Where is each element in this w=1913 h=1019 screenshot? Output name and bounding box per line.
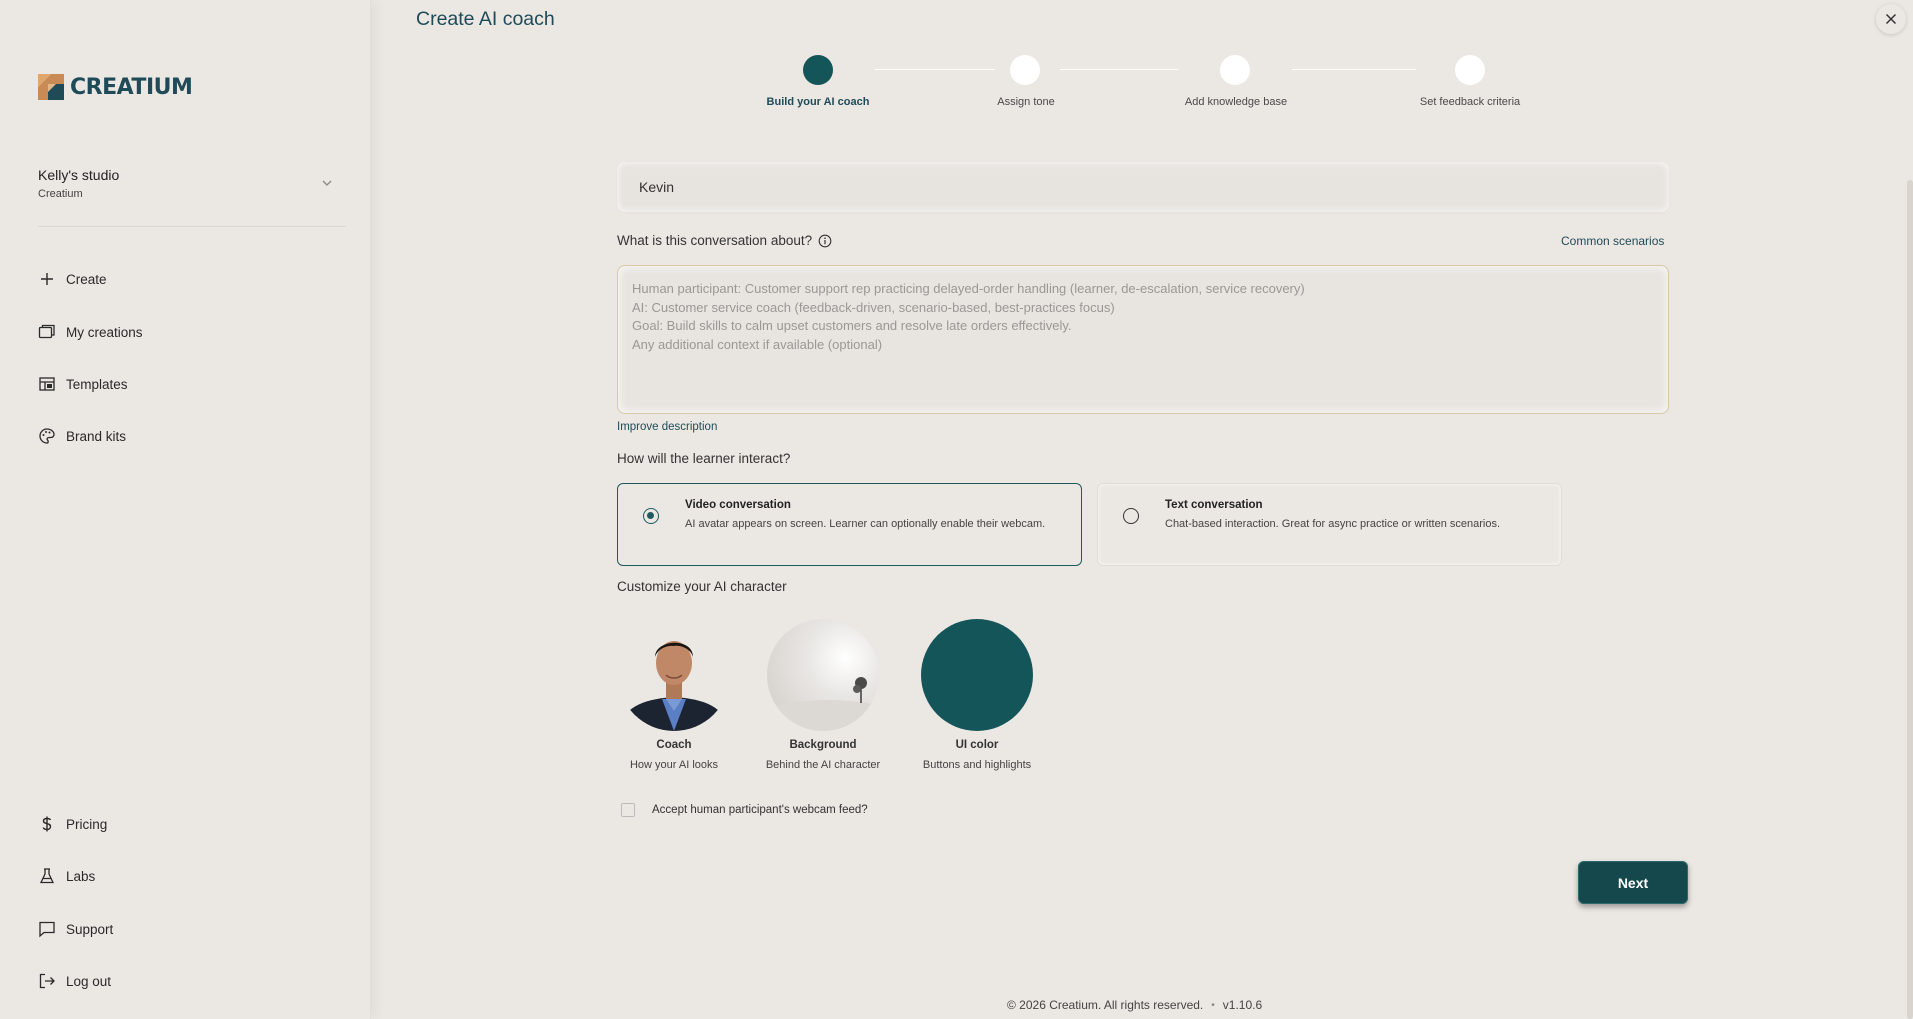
sidebar: CREATIUM Kelly's studio Creatium Create … [0, 0, 371, 1019]
sidebar-item-create[interactable]: Create [38, 267, 107, 291]
sidebar-item-brand-kits[interactable]: Brand kits [38, 424, 126, 448]
footer-separator: • [1211, 999, 1215, 1011]
char-title: UI color [955, 739, 999, 751]
sidebar-item-label: Pricing [66, 816, 108, 832]
background-selector[interactable]: Background Behind the AI character [743, 619, 903, 771]
step-connector [875, 69, 995, 70]
folders-icon [38, 324, 55, 339]
webcam-feed-option[interactable]: Accept human participant's webcam feed? [621, 803, 868, 817]
char-title: Coach [656, 739, 692, 751]
step-connector [1292, 69, 1416, 70]
footer: © 2026 Creatium. All rights reserved. • … [1007, 998, 1262, 1012]
text-conversation-option[interactable]: Text conversation Chat-based interaction… [1097, 483, 1562, 566]
sidebar-item-my-creations[interactable]: My creations [38, 320, 143, 344]
char-title: Background [789, 739, 857, 751]
background-preview [767, 619, 879, 731]
step-3-label: Add knowledge base [1184, 96, 1288, 108]
description-label: What is this conversation about? [617, 233, 832, 248]
chat-icon [39, 921, 55, 938]
option-desc: Chat-based interaction. Great for async … [1165, 518, 1501, 530]
common-scenarios-link[interactable]: Common scenarios [1561, 234, 1664, 248]
step-4-indicator[interactable] [1455, 55, 1485, 85]
info-icon[interactable] [818, 234, 832, 248]
sidebar-item-label: Labs [66, 868, 96, 884]
layout-icon [39, 377, 55, 391]
sidebar-item-label: Brand kits [66, 428, 127, 444]
char-sub: Buttons and highlights [922, 759, 1032, 771]
studio-org: Creatium [38, 187, 83, 200]
option-title: Text conversation [1165, 499, 1263, 511]
video-conversation-option[interactable]: Video conversation AI avatar appears on … [617, 483, 1082, 566]
step-4-label: Set feedback criteria [1419, 96, 1521, 108]
interact-label: How will the learner interact? [617, 451, 791, 466]
coach-selector[interactable]: Coach How your AI looks [594, 619, 754, 771]
step-connector [1060, 69, 1178, 70]
logo-text: CREATIUM [70, 74, 193, 100]
coach-name-input[interactable]: Kevin [617, 162, 1669, 212]
close-icon [1885, 13, 1897, 25]
improve-description-link[interactable]: Improve description [617, 421, 717, 433]
sidebar-item-label: Create [66, 271, 107, 287]
page-title: Create AI coach [416, 8, 555, 30]
close-button[interactable] [1876, 4, 1906, 34]
char-sub: How your AI looks [629, 759, 719, 771]
option-title: Video conversation [685, 499, 791, 511]
logout-icon [39, 973, 55, 989]
video-conversation-radio[interactable] [643, 508, 659, 524]
studio-name: Kelly's studio [38, 166, 120, 183]
customize-label: Customize your AI character [617, 579, 787, 594]
sidebar-divider [38, 226, 346, 227]
description-label-text: What is this conversation about? [617, 233, 813, 248]
step-2-label: Assign tone [997, 96, 1055, 108]
sidebar-item-label: Support [66, 921, 114, 937]
step-1-indicator[interactable] [803, 55, 833, 85]
sidebar-item-label: Templates [66, 376, 128, 392]
char-sub: Behind the AI character [765, 759, 881, 771]
flask-icon [39, 868, 55, 884]
scrollbar[interactable] [1907, 180, 1913, 1019]
text-conversation-radio[interactable] [1123, 508, 1139, 524]
step-1-label: Build your AI coach [766, 96, 870, 108]
sidebar-item-label: My creations [66, 324, 143, 340]
palette-icon [39, 428, 55, 444]
ui-color-swatch [921, 619, 1033, 731]
sidebar-item-support[interactable]: Support [38, 917, 113, 941]
progress-stepper: Build your AI coach Assign tone Add know… [760, 54, 1540, 114]
webcam-feed-checkbox[interactable] [621, 803, 635, 817]
sidebar-item-templates[interactable]: Templates [38, 372, 128, 396]
step-2-indicator[interactable] [1010, 55, 1040, 85]
next-button[interactable]: Next [1578, 861, 1688, 904]
ui-color-selector[interactable]: UI color Buttons and highlights [897, 619, 1057, 771]
webcam-feed-label: Accept human participant's webcam feed? [652, 804, 868, 816]
logo-mark-icon [38, 74, 64, 100]
version-text: v1.10.6 [1222, 998, 1263, 1012]
option-desc: AI avatar appears on screen. Learner can… [685, 518, 1046, 530]
coach-avatar [618, 619, 730, 731]
step-3-indicator[interactable] [1220, 55, 1250, 85]
plus-icon [41, 273, 53, 285]
sidebar-item-log-out[interactable]: Log out [38, 969, 111, 993]
sidebar-item-pricing[interactable]: Pricing [38, 812, 107, 836]
description-textarea[interactable]: Human participant: Customer support rep … [617, 265, 1669, 414]
sidebar-item-labs[interactable]: Labs [38, 864, 95, 888]
dollar-icon [42, 816, 52, 832]
sidebar-item-label: Log out [66, 973, 112, 989]
creatium-logo[interactable]: CREATIUM [38, 74, 193, 100]
copyright-text: © 2026 Creatium. All rights reserved. [1007, 998, 1204, 1012]
studio-switcher[interactable]: Kelly's studio Creatium [38, 162, 334, 204]
chevron-down-icon [322, 180, 332, 186]
